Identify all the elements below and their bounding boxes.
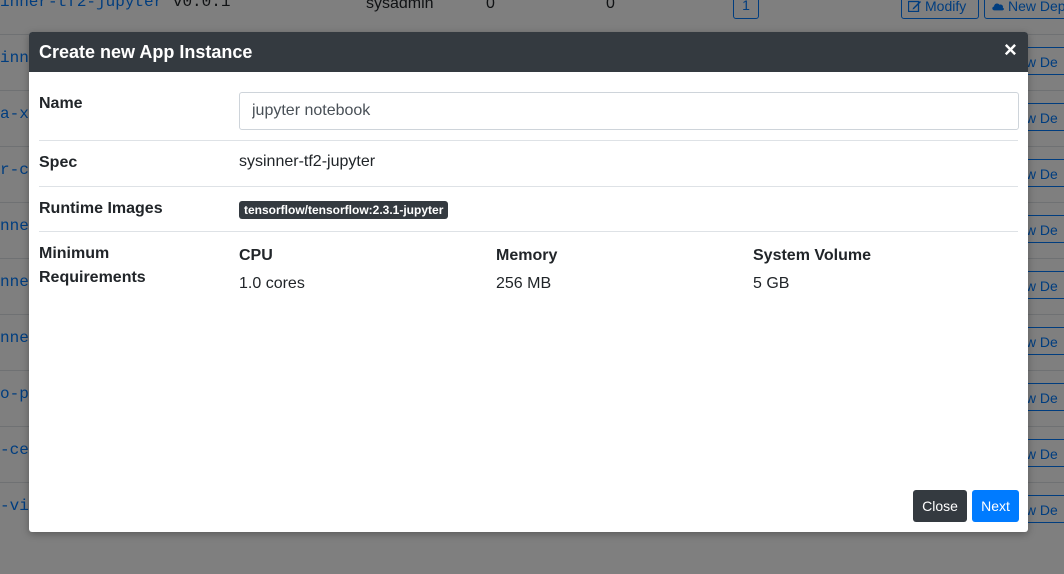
spec-row: Spec sysinner-tf2-jupyter [39,141,1018,187]
modal-title: Create new App Instance [39,42,253,62]
close-button[interactable]: Close [913,490,967,522]
create-app-instance-modal: Create new App Instance × Name Spec sysi… [29,32,1028,532]
cpu-value: 1.0 cores [239,275,305,292]
system-volume-value: 5 GB [753,275,790,292]
modal-header: Create new App Instance × [29,32,1028,72]
next-button[interactable]: Next [972,490,1019,522]
runtime-images-row: Runtime Images tensorflow/tensorflow:2.3… [39,187,1018,232]
spec-label: Spec [39,154,78,171]
runtime-images-label: Runtime Images [39,200,163,217]
requirements-label: Minimum Requirements [39,245,146,286]
name-label: Name [39,95,83,112]
runtime-image-badge: tensorflow/tensorflow:2.3.1-jupyter [239,201,449,219]
volume-column: System Volume 5 GB [753,244,871,296]
system-volume-label: System Volume [753,247,871,264]
memory-label: Memory [496,247,558,264]
spec-value: sysinner-tf2-jupyter [239,153,376,170]
modal-body: Name Spec sysinner-tf2-jupyter Runtime I… [29,72,1028,312]
cpu-column: CPU 1.0 cores [239,244,305,296]
requirements-row: Minimum Requirements CPU 1.0 cores Memor… [39,232,1018,312]
memory-value: 256 MB [496,275,552,292]
cpu-label: CPU [239,247,273,264]
memory-column: Memory 256 MB [496,244,557,296]
name-input[interactable] [239,92,1019,130]
close-icon[interactable]: × [1004,39,1018,61]
name-row: Name [39,72,1019,141]
